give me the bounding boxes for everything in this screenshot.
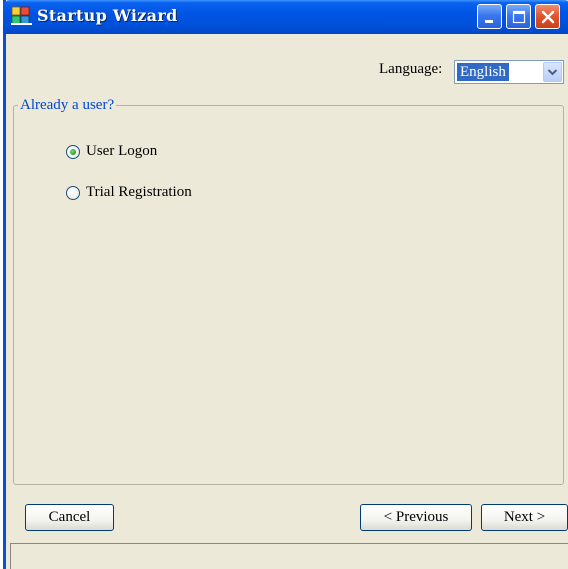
radio-selected-dot <box>70 148 76 155</box>
startup-wizard-window: Startup Wizard Language: English Already… <box>3 0 568 569</box>
language-label: Language: <box>379 61 443 77</box>
wizard-app-icon <box>11 6 33 26</box>
close-button[interactable] <box>535 4 560 29</box>
radio-label: User Logon <box>86 143 158 159</box>
maximize-button[interactable] <box>506 4 531 29</box>
chevron-down-icon <box>547 69 558 76</box>
title-bar[interactable]: Startup Wizard <box>3 0 568 34</box>
next-button[interactable]: Next > <box>481 504 568 531</box>
minimize-icon <box>485 20 493 23</box>
window-title: Startup Wizard <box>37 6 178 25</box>
language-selected-value: English <box>457 63 509 81</box>
already-user-groupbox: Already a user? <box>13 97 564 485</box>
previous-button[interactable]: < Previous <box>360 504 472 531</box>
language-dropdown[interactable]: English <box>454 60 564 84</box>
cancel-button[interactable]: Cancel <box>25 504 114 531</box>
groupbox-legend: Already a user? <box>18 97 117 114</box>
radio-trial-registration[interactable]: Trial Registration <box>66 184 192 201</box>
radio-button-icon[interactable] <box>66 144 80 159</box>
radio-button-icon[interactable] <box>66 185 80 200</box>
radio-label: Trial Registration <box>86 184 192 200</box>
radio-user-logon[interactable]: User Logon <box>66 143 157 160</box>
status-panel <box>10 543 568 569</box>
maximize-icon <box>512 10 526 24</box>
minimize-button[interactable] <box>477 4 502 29</box>
close-icon <box>541 10 555 24</box>
dropdown-arrow-button[interactable] <box>543 62 562 82</box>
